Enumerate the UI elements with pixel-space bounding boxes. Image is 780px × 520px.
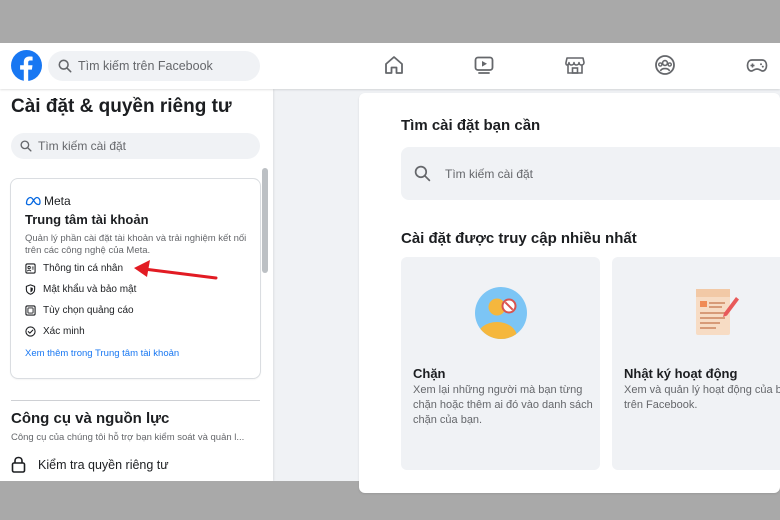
ad-icon bbox=[25, 305, 36, 316]
sidebar-scrollbar[interactable] bbox=[262, 168, 268, 273]
settings-search-input[interactable]: Tìm kiếm cài đặt bbox=[11, 133, 260, 159]
main-settings-search-input[interactable]: Tìm kiếm cài đặt bbox=[401, 147, 780, 200]
menu-item-label: Tùy chọn quảng cáo bbox=[43, 305, 134, 316]
facebook-search-placeholder: Tìm kiếm trên Facebook bbox=[78, 59, 213, 73]
activity-log-tile-title: Nhật ký hoạt động bbox=[624, 366, 738, 381]
privacy-checkup-item[interactable]: Kiểm tra quyền riêng tư bbox=[11, 456, 169, 473]
privacy-checkup-label: Kiểm tra quyền riêng tư bbox=[38, 457, 169, 472]
search-icon bbox=[20, 140, 32, 152]
blocked-user-illustration-icon bbox=[469, 281, 533, 345]
activity-log-tile-description: Xem và quản lý hoạt động của bạn trên Fa… bbox=[624, 384, 780, 411]
activity-log-tile[interactable]: Nhật ký hoạt động Xem và quản lý hoạt độ… bbox=[612, 257, 780, 470]
id-card-icon bbox=[25, 263, 36, 274]
home-icon[interactable] bbox=[383, 54, 405, 76]
search-icon bbox=[414, 165, 431, 182]
menu-item-label: Xác minh bbox=[43, 326, 85, 337]
most-visited-settings-title: Cài đặt được truy cập nhiều nhất bbox=[401, 230, 637, 247]
menu-item-password-security[interactable]: Mật khẩu và bảo mật bbox=[25, 284, 136, 295]
see-more-accounts-center-link[interactable]: Xem thêm trong Trung tâm tài khoản bbox=[25, 348, 179, 359]
gaming-icon[interactable] bbox=[746, 54, 768, 76]
meta-logo: Meta bbox=[25, 194, 71, 208]
tools-resources-description: Công cụ của chúng tôi hỗ trợ bạn kiểm so… bbox=[11, 432, 245, 443]
meta-infinity-icon bbox=[25, 196, 41, 206]
menu-item-personal-info[interactable]: Thông tin cá nhân bbox=[25, 263, 123, 274]
page-title: Cài đặt & quyền riêng tư bbox=[11, 96, 232, 117]
blocking-tile-title: Chặn bbox=[413, 366, 446, 381]
tools-resources-title: Công cụ và nguồn lực bbox=[11, 410, 170, 427]
menu-item-label: Mật khẩu và bảo mật bbox=[43, 284, 137, 295]
check-circle-icon bbox=[25, 326, 36, 337]
top-navigation-bar: Tìm kiếm trên Facebook bbox=[0, 43, 780, 89]
facebook-search-input[interactable]: Tìm kiếm trên Facebook bbox=[48, 51, 260, 81]
groups-icon[interactable] bbox=[654, 54, 676, 76]
settings-search-placeholder: Tìm kiếm cài đặt bbox=[38, 139, 127, 153]
search-icon bbox=[58, 59, 72, 73]
menu-item-ad-preferences[interactable]: Tùy chọn quảng cáo bbox=[25, 305, 134, 316]
video-icon[interactable] bbox=[473, 54, 495, 76]
menu-item-verification[interactable]: Xác minh bbox=[25, 326, 85, 337]
activity-log-document-icon bbox=[680, 281, 744, 345]
main-search-placeholder: Tìm kiếm cài đặt bbox=[445, 166, 534, 181]
accounts-center-title: Trung tâm tài khoản bbox=[25, 212, 149, 227]
lock-icon bbox=[11, 456, 26, 473]
annotation-arrow-icon bbox=[134, 260, 218, 280]
find-settings-title: Tìm cài đặt bạn cần bbox=[401, 117, 541, 134]
facebook-logo-icon[interactable] bbox=[11, 50, 42, 81]
shield-icon bbox=[25, 284, 36, 295]
marketplace-icon[interactable] bbox=[564, 54, 586, 76]
meta-brand-label: Meta bbox=[44, 194, 71, 208]
blocking-tile-description: Xem lại những người mà bạn từng chặn hoặ… bbox=[413, 384, 593, 426]
sidebar-divider bbox=[11, 400, 260, 401]
blocking-tile[interactable]: Chặn Xem lại những người mà bạn từng chặ… bbox=[401, 257, 600, 470]
menu-item-label: Thông tin cá nhân bbox=[43, 263, 124, 274]
